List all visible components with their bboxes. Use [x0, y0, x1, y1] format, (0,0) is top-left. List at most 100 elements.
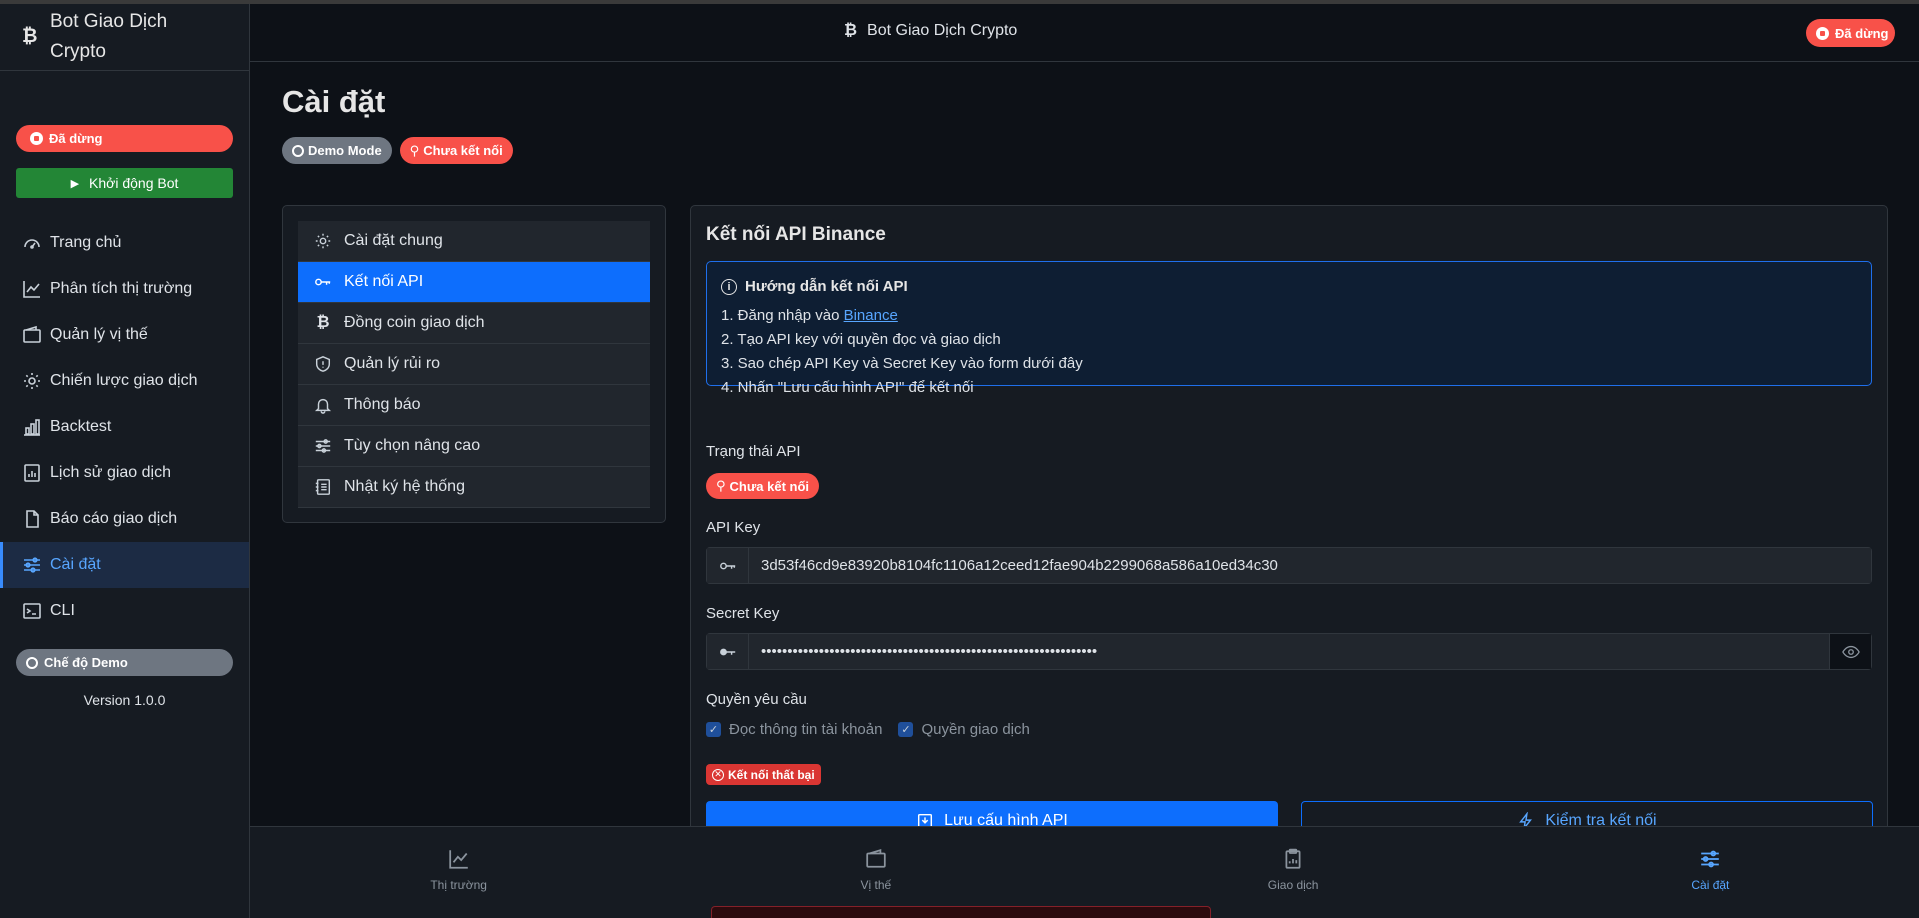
toast-notification-edge [711, 906, 1211, 918]
header-status-label: Đã dừng [1835, 25, 1889, 41]
life-ring-icon [292, 144, 304, 157]
info-icon: i [721, 278, 737, 295]
bottom-nav-market[interactable]: Thị trường [250, 827, 667, 918]
settings-menu-api[interactable]: Kết nối API [298, 262, 650, 303]
settings-menu-advanced[interactable]: Tùy chọn nâng cao [298, 426, 650, 467]
api-guide-box: i Hướng dẫn kết nối API 1. Đăng nhập vào… [706, 261, 1872, 396]
page-badges: Demo Mode ⚲ Chưa kết nối [282, 137, 513, 164]
stop-circle-icon [1816, 26, 1829, 40]
guide-step-2: 2. Tạo API key với quyền đọc và giao dịc… [721, 331, 1001, 348]
bell-icon [314, 398, 332, 414]
journal-icon [315, 479, 331, 495]
demo-badge-label: Demo Mode [308, 143, 382, 158]
clipboard-icon [1285, 848, 1301, 869]
bitcoin-logo-icon: ₿ [844, 22, 858, 39]
bottom-nav-trades[interactable]: Giao dịch [1085, 827, 1502, 918]
menu-item-label: Cài đặt chung [344, 232, 443, 249]
header-status-badge: Đã dừng [1806, 19, 1895, 47]
permission-read-label: Đọc thông tin tài khoản [729, 721, 883, 738]
menu-item-label: Đồng coin giao dịch [344, 314, 485, 331]
permissions-checks: ✓ Đọc thông tin tài khoản ✓ Quyền giao d… [706, 721, 1030, 738]
brand[interactable]: ₿ Bot Giao Dịch Crypto [0, 4, 249, 71]
bot-status-label: Đã dừng [49, 131, 103, 146]
file-report-icon [26, 510, 39, 528]
menu-item-label: Nhật ký hệ thống [344, 478, 465, 495]
header-title: ₿ Bot Giao Dịch Crypto [844, 22, 1017, 40]
plug-icon: ⚲ [716, 478, 726, 493]
bitcoin-icon: ₿ [316, 314, 330, 331]
api-card-title: Kết nối API Binance [706, 224, 886, 245]
settings-menu-notifications[interactable]: Thông báo [298, 385, 650, 426]
sidebar-item-label: Backtest [50, 418, 112, 435]
wallet-icon [866, 848, 886, 868]
sidebar-item-strategy[interactable]: Chiến lược giao dịch [0, 358, 249, 404]
terminal-icon [23, 603, 41, 619]
bottom-nav-positions[interactable]: Vị thế [667, 827, 1084, 918]
bottom-nav-label: Giao dịch [1267, 877, 1319, 892]
settings-menu-general[interactable]: Cài đặt chung [298, 221, 650, 262]
gear-icon [315, 233, 331, 249]
guide-heading-text: Hướng dẫn kết nối API [745, 278, 908, 295]
sidebar-item-settings[interactable]: Cài đặt [0, 542, 249, 588]
sidebar-item-positions[interactable]: Quản lý vị thế [0, 312, 249, 358]
check-icon: ✓ [706, 722, 721, 737]
menu-item-label: Quản lý rủi ro [344, 355, 441, 372]
binance-link[interactable]: Binance [844, 307, 898, 324]
life-ring-icon [26, 656, 38, 669]
api-status-label: Trạng thái API [706, 443, 801, 460]
sidebar-item-backtest[interactable]: Backtest [0, 404, 249, 450]
sidebar-item-label: Báo cáo giao dịch [50, 510, 178, 527]
history-chart-icon [24, 464, 40, 482]
permission-trade-checkbox[interactable]: ✓ Quyền giao dịch [898, 721, 1030, 738]
sidebar-item-label: Lịch sử giao dịch [50, 464, 171, 481]
top-header: ₿ Bot Giao Dịch Crypto Đã dừng [250, 4, 1919, 62]
guide-step-text: 1. Đăng nhập vào [721, 307, 844, 324]
settings-menu-system-log[interactable]: Nhật ký hệ thống [298, 467, 650, 508]
start-bot-button[interactable]: ▶ Khởi động Bot [16, 168, 233, 198]
sidebar-item-label: Cài đặt [50, 556, 101, 573]
bottom-nav-label: Thị trường [430, 877, 487, 892]
shield-icon [315, 356, 331, 372]
show-secret-button[interactable] [1829, 634, 1871, 669]
sidebar: ₿ Bot Giao Dịch Crypto Đã dừng ▶ Khởi độ… [0, 4, 250, 918]
sidebar-item-label: Trang chủ [50, 234, 122, 251]
sliders-icon [315, 439, 331, 453]
sidebar-item-cli[interactable]: CLI [0, 588, 249, 634]
sidebar-item-market-analysis[interactable]: Phân tích thị trường [0, 266, 249, 312]
connection-badge-label: Chưa kết nối [423, 143, 503, 158]
bottom-nav-settings[interactable]: Cài đặt [1502, 827, 1919, 918]
settings-menu-coins[interactable]: ₿ Đồng coin giao dịch [298, 303, 650, 344]
secret-key-group [706, 633, 1872, 670]
sidebar-item-label: Chiến lược giao dịch [50, 372, 198, 389]
settings-menu-risk[interactable]: Quản lý rủi ro [298, 344, 650, 385]
api-key-group [706, 547, 1872, 584]
guide-heading: i Hướng dẫn kết nối API [721, 278, 1857, 295]
bottom-nav: Thị trường Vị thế Giao dịch Cài đặt [250, 826, 1919, 918]
sidebar-item-label: CLI [50, 602, 75, 619]
guide-step-3: 3. Sao chép API Key và Secret Key vào fo… [721, 355, 1083, 372]
api-status-value: Chưa kết nối [729, 478, 810, 494]
wallet-icon [23, 325, 41, 343]
connection-status-badge: ⚲ Chưa kết nối [399, 137, 513, 164]
sidebar-item-label: Quản lý vị thế [50, 326, 148, 343]
demo-mode-badge: Demo Mode [282, 137, 392, 164]
menu-item-label: Tùy chọn nâng cao [344, 437, 481, 454]
sidebar-item-home[interactable]: Trang chủ [0, 220, 249, 266]
sidebar-item-trade-report[interactable]: Báo cáo giao dịch [0, 496, 249, 542]
permission-read-checkbox[interactable]: ✓ Đọc thông tin tài khoản [706, 721, 882, 738]
guide-step-1: 1. Đăng nhập vào Binance [721, 304, 1857, 328]
bot-status-badge: Đã dừng [16, 125, 233, 152]
stop-circle-icon [30, 132, 43, 145]
secret-key-input[interactable] [749, 634, 1829, 669]
api-key-label: API Key [706, 519, 761, 536]
version-text: Version 1.0.0 [83, 692, 166, 708]
api-key-input[interactable] [749, 548, 1871, 583]
chart-line-icon [23, 281, 40, 298]
x-circle-icon: ✕ [712, 768, 724, 781]
bitcoin-logo-icon: ₿ [22, 26, 38, 47]
permissions-label: Quyền yêu cầu [706, 691, 807, 708]
key-fill-icon [707, 634, 749, 669]
settings-menu: Cài đặt chung Kết nối API ₿ Đồng coin gi… [298, 221, 650, 508]
sidebar-item-trade-history[interactable]: Lịch sử giao dịch [0, 450, 249, 496]
chart-line-icon [448, 849, 468, 869]
